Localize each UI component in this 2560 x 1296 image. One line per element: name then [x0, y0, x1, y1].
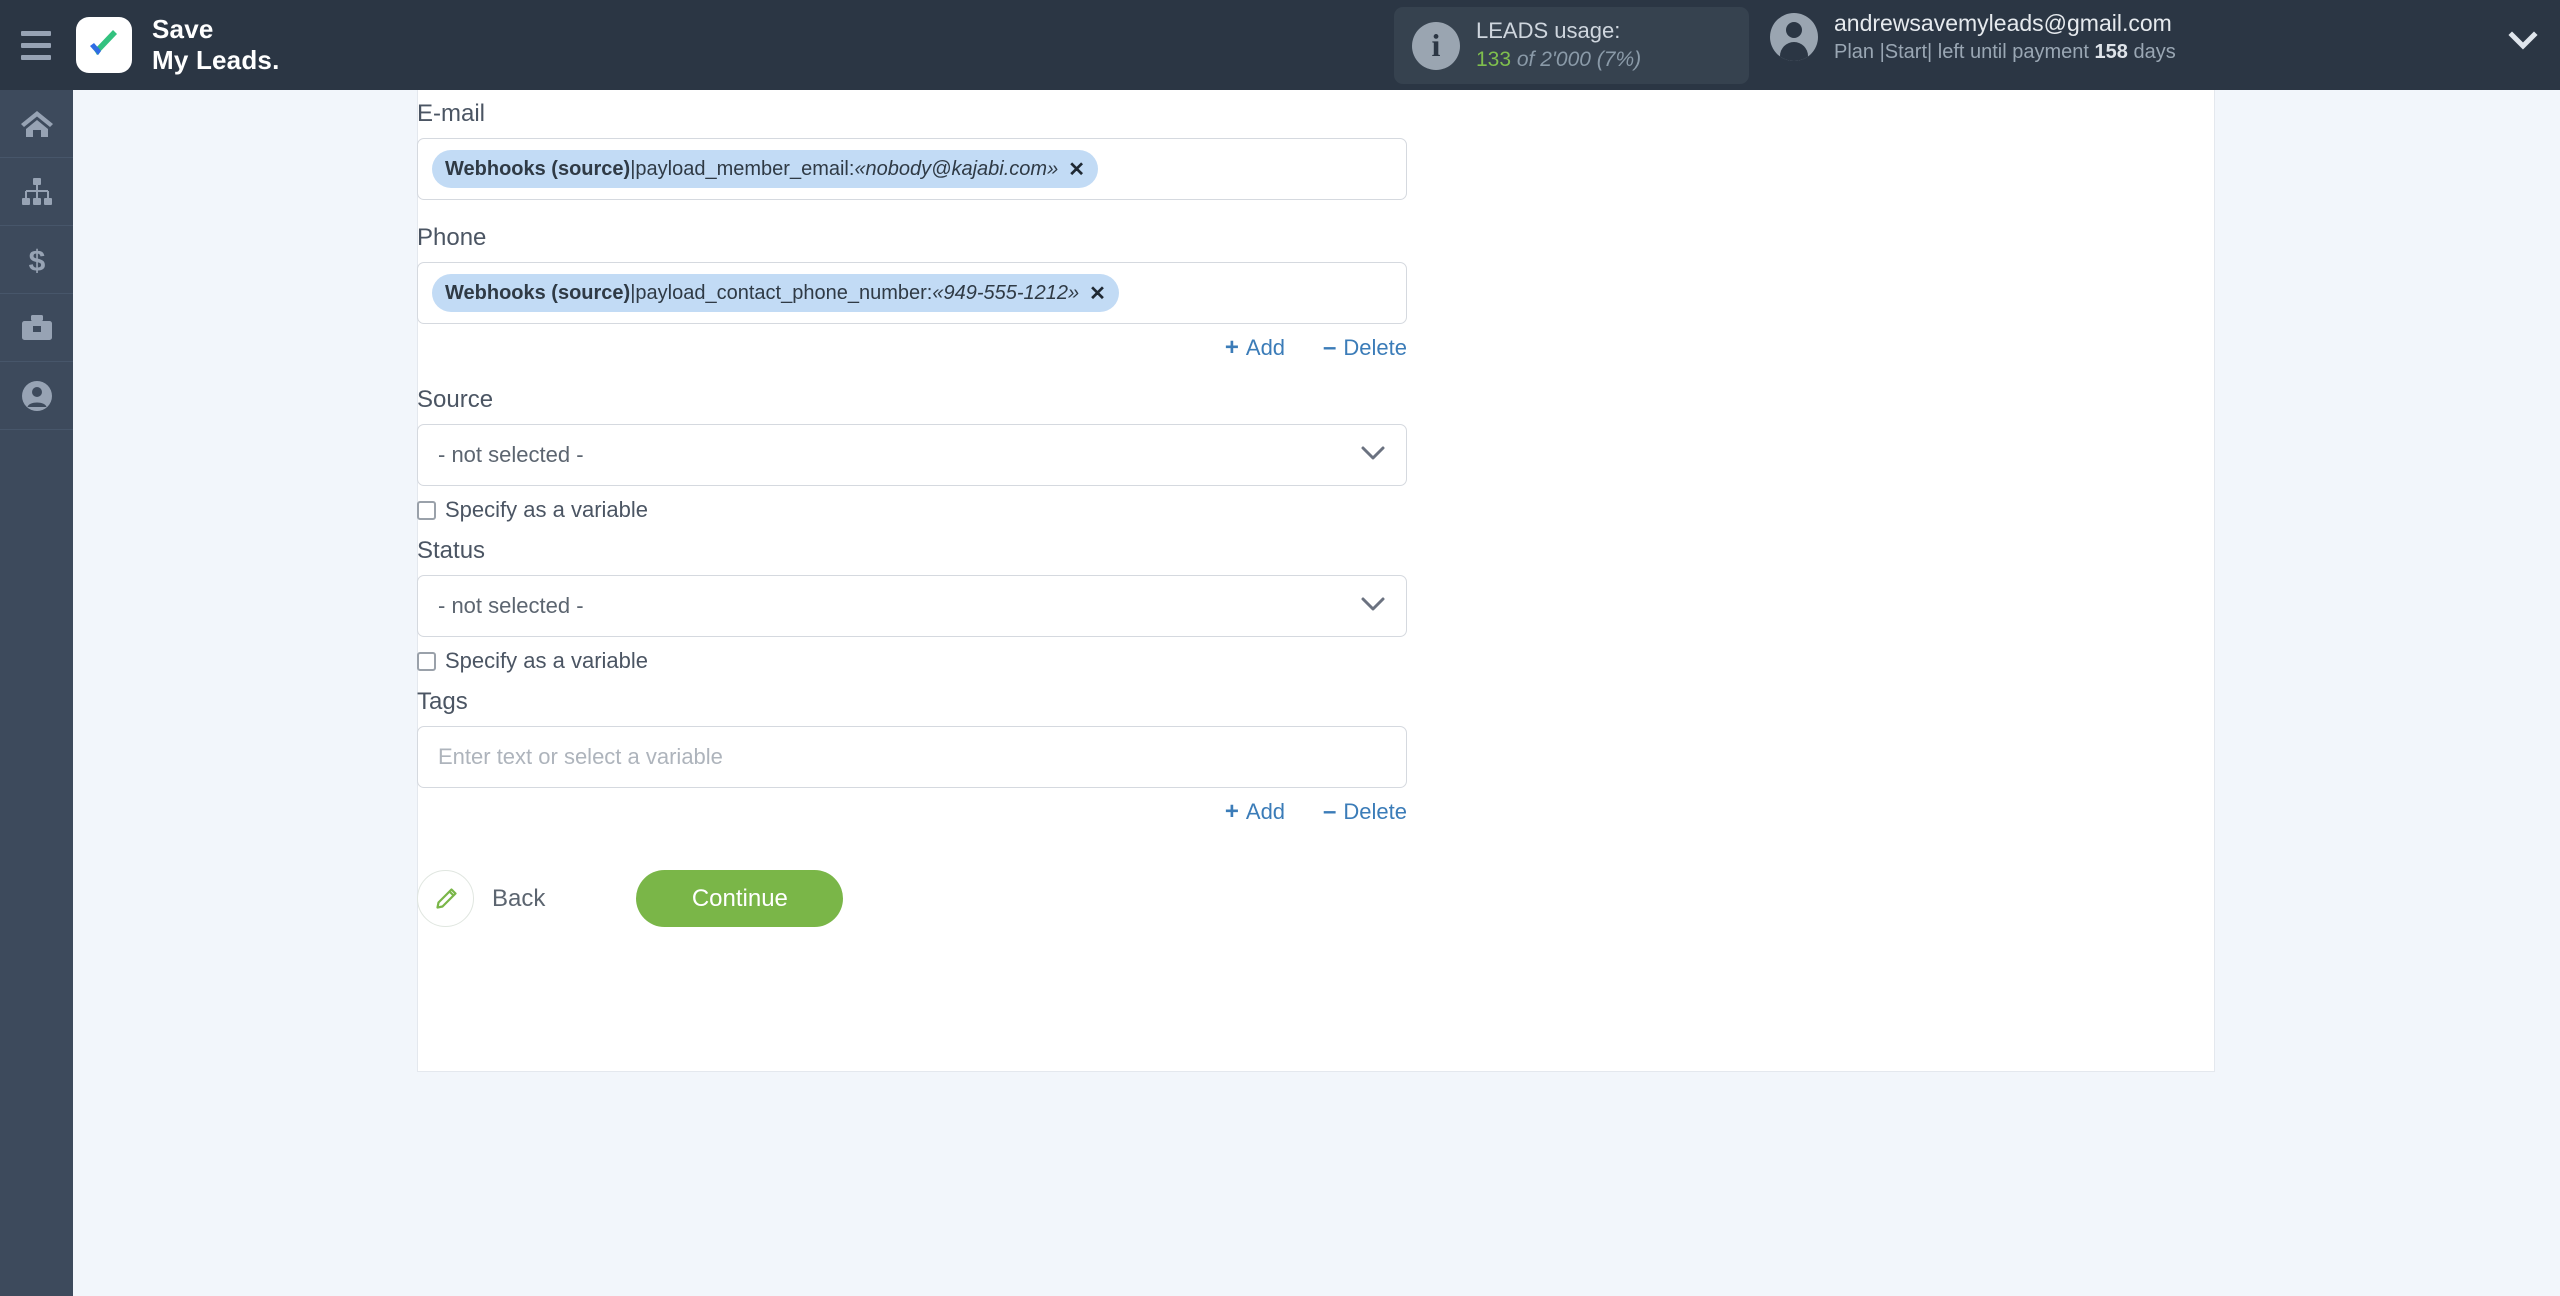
status-variable-label: Specify as a variable — [445, 648, 648, 673]
sidebar-item-account[interactable] — [0, 362, 73, 430]
source-field-group: Source - not selected - Specify as a var… — [417, 386, 1407, 523]
back-button[interactable]: Back — [417, 870, 545, 927]
tags-input[interactable]: Enter text or select a variable — [417, 726, 1407, 788]
usage-numbers: 133 of 2'000 (7%) — [1476, 46, 1641, 74]
chevron-down-icon — [1360, 593, 1386, 619]
sidebar-item-billing[interactable]: $ — [0, 226, 73, 294]
info-icon: i — [1412, 21, 1460, 70]
user-circle-icon — [21, 380, 53, 412]
chip-value: «nobody@kajabi.com» — [854, 157, 1059, 180]
savemyleads-logo-icon — [76, 17, 132, 73]
chip-key: payload_contact_phone_number: — [635, 281, 933, 304]
phone-delete-link[interactable]: – Delete — [1323, 334, 1407, 362]
account-chevron-down-icon[interactable] — [2508, 30, 2538, 52]
sidebar-item-connections[interactable] — [0, 158, 73, 226]
plus-icon: + — [1224, 334, 1239, 361]
field-mapping-form: E-mail Webhooks (source) | payload_membe… — [417, 100, 1407, 927]
source-variable-checkbox-row[interactable]: Specify as a variable — [417, 497, 1407, 523]
brand-logo-group[interactable]: Save My Leads. — [76, 14, 280, 75]
home-icon — [20, 109, 54, 139]
status-variable-checkbox[interactable] — [417, 651, 436, 671]
usage-used-count: 133 — [1476, 48, 1512, 72]
email-variable-chip[interactable]: Webhooks (source) | payload_member_email… — [432, 150, 1098, 188]
email-label: E-mail — [417, 100, 486, 127]
brand-name: Save My Leads. — [152, 14, 280, 75]
hamburger-bar — [21, 42, 51, 48]
tags-row-actions: + Add – Delete — [417, 798, 1407, 826]
usage-of-word: of — [1511, 48, 1541, 72]
chip-remove-icon[interactable]: ✕ — [1089, 281, 1106, 306]
tags-add-link[interactable]: + Add — [1225, 798, 1285, 826]
account-email: andrewsavemyleads@gmail.com — [1834, 10, 2172, 36]
source-variable-label: Specify as a variable — [445, 497, 648, 522]
sidebar-item-home[interactable] — [0, 90, 73, 158]
minus-icon: – — [1323, 798, 1337, 825]
avatar-icon — [1770, 13, 1818, 62]
leads-usage-box[interactable]: i LEADS usage: 133 of 2'000 (7%) — [1394, 7, 1749, 84]
brand-line-2: My Leads. — [152, 45, 280, 75]
briefcase-icon — [20, 313, 54, 343]
hamburger-bar — [21, 30, 51, 36]
plan-days: 158 — [2094, 41, 2128, 64]
phone-delete-label: Delete — [1343, 335, 1407, 360]
phone-field-group: Phone Webhooks (source) | payload_contac… — [417, 224, 1407, 362]
email-input[interactable]: Webhooks (source) | payload_member_email… — [417, 138, 1407, 200]
dollar-icon: $ — [24, 244, 50, 276]
form-actions: Back Continue — [417, 870, 1407, 927]
usage-total-count: 2'000 — [1540, 48, 1591, 72]
phone-label: Phone — [417, 224, 487, 251]
top-header: Save My Leads. i LEADS usage: 133 of 2'0… — [0, 0, 2560, 90]
hamburger-menu-icon[interactable] — [0, 0, 72, 90]
account-text-group: andrewsavemyleads@gmail.com Plan |Start|… — [1834, 8, 2176, 66]
status-field-group: Status - not selected - Specify as a var… — [417, 537, 1407, 674]
tags-field-group: Tags Enter text or select a variable + A… — [417, 688, 1407, 826]
chevron-down-icon — [1360, 442, 1386, 468]
usage-percent: (7%) — [1590, 48, 1642, 72]
status-variable-checkbox-row[interactable]: Specify as a variable — [417, 648, 1407, 674]
phone-add-link[interactable]: + Add — [1225, 334, 1285, 362]
plan-suffix: days — [2127, 41, 2176, 64]
sidebar-item-services[interactable] — [0, 294, 73, 362]
chip-remove-icon[interactable]: ✕ — [1068, 157, 1085, 182]
tags-delete-label: Delete — [1343, 799, 1407, 824]
tags-placeholder: Enter text or select a variable — [438, 744, 723, 769]
account-block[interactable]: andrewsavemyleads@gmail.com Plan |Start|… — [1770, 8, 2176, 66]
usage-text-group: LEADS usage: 133 of 2'000 (7%) — [1476, 16, 1641, 74]
account-plan-info: Plan |Start| left until payment 158 days — [1834, 39, 2176, 66]
continue-button[interactable]: Continue — [636, 870, 844, 927]
source-select[interactable]: - not selected - — [417, 424, 1407, 486]
pencil-icon — [417, 870, 474, 927]
plus-icon: + — [1224, 798, 1239, 825]
source-selected-value: - not selected - — [438, 442, 584, 467]
plan-prefix: Plan |Start| left until payment — [1834, 41, 2095, 64]
source-variable-checkbox[interactable] — [417, 500, 436, 520]
status-select[interactable]: - not selected - — [417, 575, 1407, 637]
svg-text:$: $ — [28, 245, 45, 276]
back-label: Back — [492, 884, 546, 912]
usage-title: LEADS usage: — [1476, 18, 1621, 44]
minus-icon: – — [1323, 334, 1337, 361]
chip-source-name: Webhooks (source) — [445, 157, 631, 180]
chip-source-name: Webhooks (source) — [445, 281, 631, 304]
sitemap-icon — [20, 177, 54, 207]
tags-add-label: Add — [1245, 799, 1286, 824]
hamburger-bar — [21, 54, 51, 60]
chip-key: payload_member_email: — [635, 157, 855, 180]
email-field-group: E-mail Webhooks (source) | payload_membe… — [417, 100, 1407, 200]
phone-input[interactable]: Webhooks (source) | payload_contact_phon… — [417, 262, 1407, 324]
tags-label: Tags — [417, 688, 468, 715]
source-label: Source — [417, 386, 494, 413]
chip-value: «949-555-1212» — [932, 281, 1080, 304]
phone-row-actions: + Add – Delete — [417, 334, 1407, 362]
tags-delete-link[interactable]: – Delete — [1323, 798, 1407, 826]
phone-add-label: Add — [1245, 335, 1286, 360]
status-selected-value: - not selected - — [438, 593, 584, 618]
phone-variable-chip[interactable]: Webhooks (source) | payload_contact_phon… — [432, 274, 1119, 312]
brand-line-1: Save — [152, 14, 214, 45]
left-sidebar: $ — [0, 90, 73, 1296]
status-label: Status — [417, 537, 486, 564]
